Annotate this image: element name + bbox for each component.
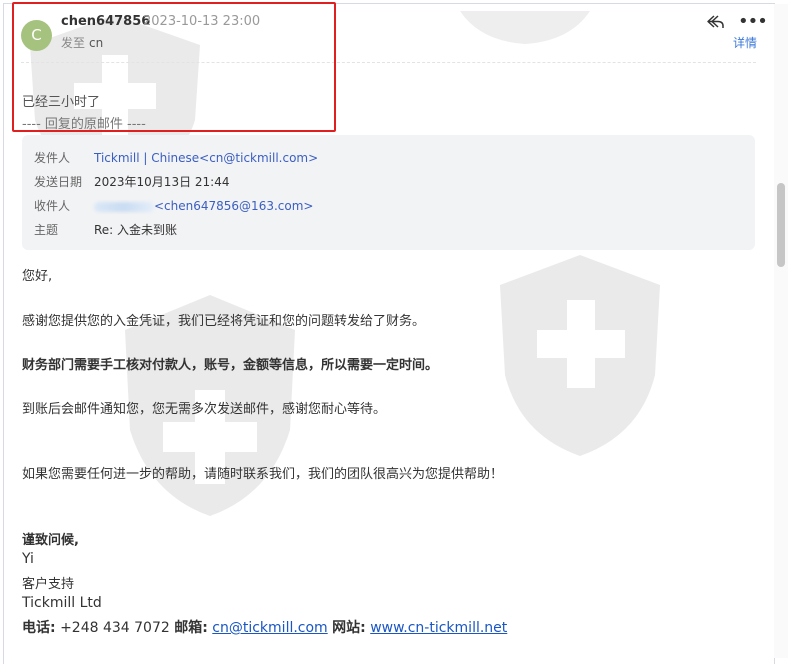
signature-name: Yi — [22, 551, 34, 567]
recipient-line: 发至 cn — [61, 34, 103, 51]
redacted-name — [94, 201, 154, 212]
site-link[interactable]: www.cn-tickmill.net — [370, 620, 507, 636]
meta-subject-row: 主题 Re: 入金未到账 — [34, 221, 177, 238]
body-paragraph-4: 如果您需要任何进一步的帮助，请随时联系我们，我们的团队很高兴为您提供帮助！ — [22, 467, 504, 482]
body-paragraph-2: 财务部门需要手工核对付款人，账号，金额等信息，所以需要一定时间。 — [22, 358, 439, 373]
body-paragraph-3: 到账后会邮件通知您，您无需多次发送邮件，感谢您耐心等待。 — [22, 402, 387, 417]
meta-date-value: 2023年10月13日 21:44 — [94, 175, 230, 189]
signature-company: Tickmill Ltd — [22, 595, 102, 611]
meta-to-value[interactable]: <chen647856@163.com> — [154, 199, 313, 213]
sender-name[interactable]: chen647856 — [61, 14, 150, 29]
signature-role: 客户支持 — [22, 577, 75, 592]
email-link[interactable]: cn@tickmill.com — [212, 620, 327, 636]
meta-to-label: 收件人 — [34, 199, 71, 213]
meta-to-row: 收件人 <chen647856@163.com> — [34, 197, 313, 214]
scrollbar-track[interactable] — [774, 4, 788, 658]
meta-subject-label: 主题 — [34, 223, 59, 237]
reply-text: 已经三小时了 — [22, 95, 101, 110]
original-mail-separator: ---- 回复的原邮件 ---- — [22, 117, 146, 132]
details-link[interactable]: 详情 — [733, 34, 757, 51]
meta-subject-value: Re: 入金未到账 — [94, 223, 178, 237]
body-paragraph-1: 感谢您提供您的入金凭证，我们已经将凭证和您的问题转发给了财务。 — [22, 314, 426, 329]
reply-icon[interactable] — [706, 12, 726, 32]
scrollbar-thumb[interactable] — [777, 183, 785, 267]
avatar[interactable]: C — [21, 20, 52, 51]
greeting: 您好, — [22, 269, 53, 284]
signature-contacts: 电话: +248 434 7072 邮箱: cn@tickmill.com 网站… — [22, 617, 507, 637]
meta-date-row: 发送日期 2023年10月13日 21:44 — [34, 173, 229, 190]
to-value: cn — [89, 36, 104, 50]
meta-from-value[interactable]: Tickmill | Chinese<cn@tickmill.com> — [94, 151, 318, 165]
email-panel — [3, 3, 775, 664]
email-label: 邮箱: — [174, 620, 208, 636]
meta-from-label: 发件人 — [34, 151, 71, 165]
phone-label: 电话: — [22, 620, 56, 636]
original-mail-meta: 发件人 Tickmill | Chinese<cn@tickmill.com> 发… — [22, 135, 755, 250]
site-label: 网站: — [332, 620, 366, 636]
phone-number: +248 434 7072 — [60, 620, 170, 636]
to-label: 发至 — [61, 36, 86, 50]
more-icon[interactable]: ••• — [738, 11, 768, 32]
meta-date-label: 发送日期 — [34, 175, 83, 189]
meta-from-row: 发件人 Tickmill | Chinese<cn@tickmill.com> — [34, 149, 318, 166]
closing: 谨致问候, — [22, 533, 79, 548]
header-divider — [21, 62, 756, 63]
sent-date: 2023-10-13 23:00 — [143, 14, 261, 29]
